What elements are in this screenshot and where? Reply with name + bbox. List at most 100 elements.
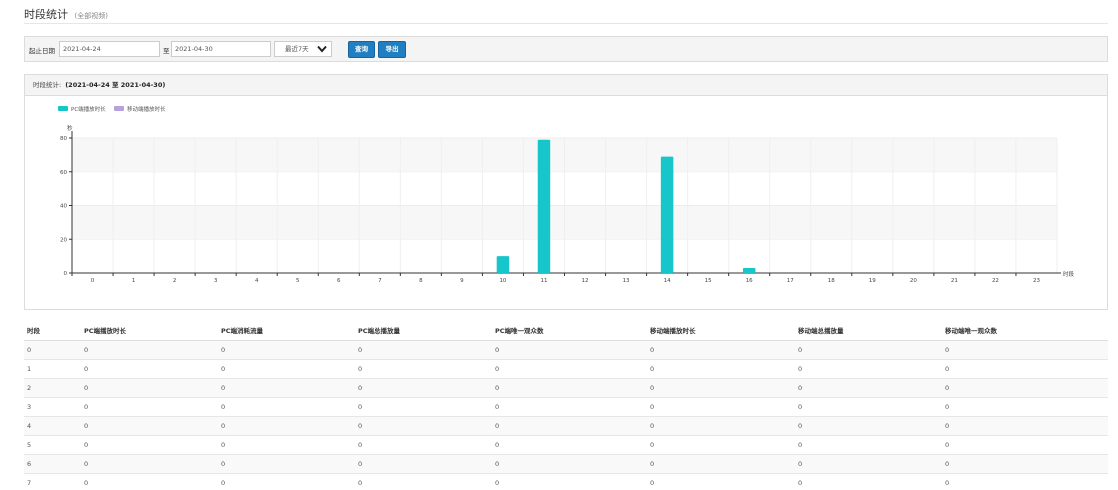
legend-label: 移动端播放时长 [127, 105, 166, 113]
table-cell: 0 [647, 472, 795, 490]
table-cell: 5 [24, 434, 81, 454]
stats-panel: 时段统计: (2021-04-24 至 2021-04-30) 0 20 40 60 80… [24, 74, 1108, 310]
x-tick-label: 14 [664, 278, 671, 284]
table-cell: 0 [647, 377, 795, 397]
table-body: 0000000010000000200000003000000040000000… [24, 339, 1108, 490]
table-cell: 0 [492, 358, 647, 378]
table-row: 40000000 [24, 415, 1108, 435]
table-row: 60000000 [24, 453, 1108, 473]
y-tick-label: 40 [60, 204, 67, 210]
range-select[interactable]: 最近7天 [274, 41, 332, 57]
column-header: 时段 [24, 321, 81, 341]
table-row: 70000000 [24, 472, 1108, 490]
table-cell: 7 [24, 472, 81, 490]
table-cell: 0 [218, 415, 355, 435]
table-cell: 0 [81, 453, 218, 473]
table-cell: 0 [355, 434, 492, 454]
column-header: PC端唯一观众数 [492, 321, 647, 341]
table-cell: 6 [24, 453, 81, 473]
table-cell: 3 [24, 396, 81, 416]
table-cell: 0 [81, 472, 218, 490]
table-cell: 0 [81, 358, 218, 378]
table-cell: 0 [795, 339, 942, 359]
table-cell: 2 [24, 377, 81, 397]
table-cell: 0 [942, 453, 1108, 473]
x-tick-label: 5 [296, 278, 300, 284]
range-select-value: 最近7天 [285, 45, 309, 53]
y-tick-label: 20 [60, 237, 67, 243]
y-tick-label: 60 [60, 170, 67, 176]
bar-14 [660, 156, 674, 273]
stats-table: 时段 PC端播放时长 PC端消耗流量 PC端总播放量 PC端唯一观众数 移动端播放时长 移动… [24, 321, 1108, 490]
table-cell: 0 [942, 396, 1108, 416]
table-cell: 0 [647, 358, 795, 378]
table-header-row: 时段 PC端播放时长 PC端消耗流量 PC端总播放量 PC端唯一观众数 移动端播放时长 移动… [24, 321, 1108, 341]
table-row: 50000000 [24, 434, 1108, 454]
x-tick-label: 12 [582, 278, 589, 284]
x-tick-label: 3 [214, 278, 218, 284]
table-cell: 0 [492, 396, 647, 416]
x-tick-label: 16 [746, 278, 753, 284]
table-cell: 0 [647, 453, 795, 473]
column-header: PC端播放时长 [81, 321, 218, 341]
x-tick-label: 15 [705, 278, 712, 284]
x-tick-label: 0 [91, 278, 95, 284]
legend-swatch [114, 106, 124, 111]
table-cell: 0 [355, 453, 492, 473]
column-header: 移动端唯一观众数 [942, 321, 1108, 341]
table-cell: 0 [492, 415, 647, 435]
table-cell: 0 [81, 434, 218, 454]
table-cell: 0 [795, 377, 942, 397]
filter-bar: 起止日期 2021-04-24 至 2021-04-30 最近7天 查询 导出 [24, 36, 1108, 62]
column-header: PC端消耗流量 [218, 321, 355, 341]
table-cell: 0 [218, 377, 355, 397]
table-cell: 0 [647, 339, 795, 359]
table-cell: 0 [492, 472, 647, 490]
table-cell: 1 [24, 358, 81, 378]
export-button[interactable]: 导出 [378, 41, 406, 58]
table-cell: 0 [81, 415, 218, 435]
table-cell: 0 [81, 377, 218, 397]
table-cell: 0 [355, 358, 492, 378]
x-tick-label: 2 [173, 278, 177, 284]
table-cell: 0 [81, 339, 218, 359]
x-tick-label: 19 [869, 278, 876, 284]
bar-11 [537, 139, 551, 273]
table-cell: 0 [355, 339, 492, 359]
x-tick-label: 1 [132, 278, 136, 284]
table-cell: 0 [218, 453, 355, 473]
start-date-input[interactable]: 2021-04-24 [59, 41, 160, 57]
table-cell: 0 [795, 472, 942, 490]
column-header: 移动端总播放量 [795, 321, 942, 341]
table-cell: 0 [492, 453, 647, 473]
panel-date-range: (2021-04-24 至 2021-04-30) [65, 81, 166, 89]
table-row: 10000000 [24, 358, 1108, 378]
legend-swatch [58, 106, 68, 111]
table-cell: 0 [355, 396, 492, 416]
x-tick-label: 7 [378, 278, 382, 284]
table-cell: 0 [647, 396, 795, 416]
x-tick-label: 8 [419, 278, 423, 284]
end-date-input[interactable]: 2021-04-30 [171, 41, 271, 57]
legend-label: PC端播放时长 [71, 105, 106, 113]
x-tick-label: 13 [623, 278, 630, 284]
x-tick-label: 11 [540, 278, 547, 284]
table-cell: 0 [218, 358, 355, 378]
table-row: 20000000 [24, 377, 1108, 397]
x-tick-label: 18 [828, 278, 835, 284]
x-tick-label: 21 [951, 278, 958, 284]
query-button[interactable]: 查询 [348, 41, 375, 58]
x-tick-label: 20 [910, 278, 917, 284]
bar-10 [496, 256, 510, 273]
table-cell: 0 [492, 377, 647, 397]
table-cell: 0 [795, 434, 942, 454]
table-cell: 0 [218, 339, 355, 359]
x-tick-label: 17 [787, 278, 794, 284]
table-cell: 0 [355, 415, 492, 435]
bar-16 [742, 267, 756, 273]
table-cell: 4 [24, 415, 81, 435]
panel-label: 时段统计: [33, 81, 62, 89]
table-cell: 0 [492, 339, 647, 359]
table-cell: 0 [942, 377, 1108, 397]
column-header: PC端总播放量 [355, 321, 492, 341]
